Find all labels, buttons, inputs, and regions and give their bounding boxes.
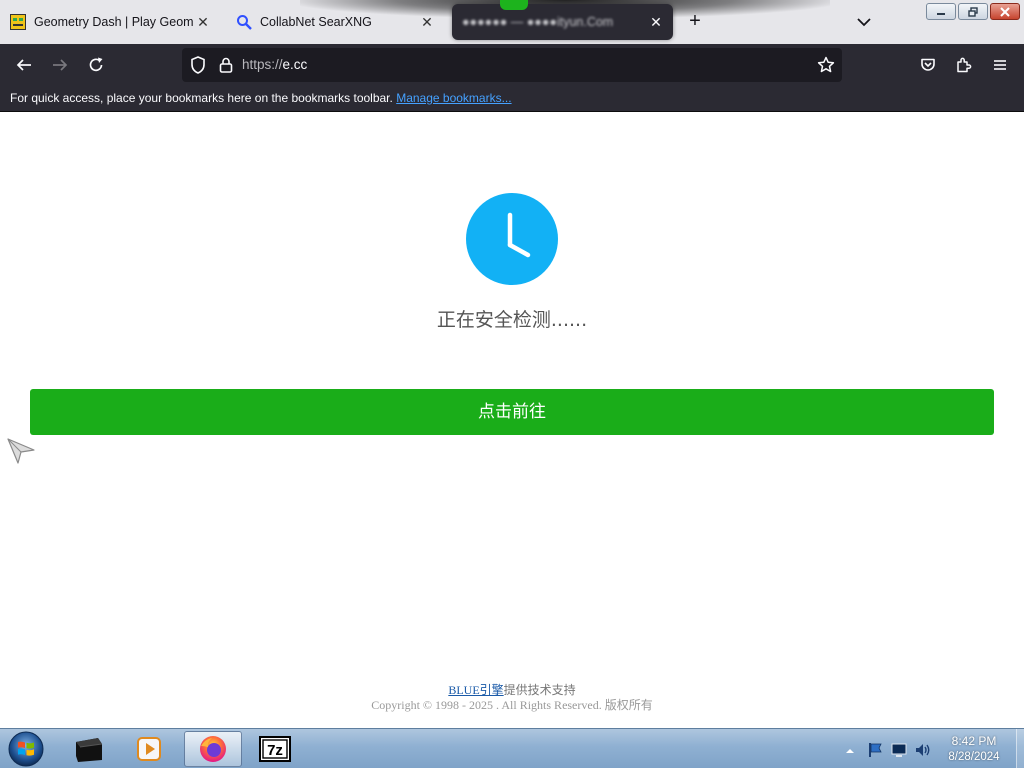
app-menu-button[interactable] (988, 53, 1012, 77)
tab-active[interactable]: ●●●●●● — ●●●●ityun.Com ✕ (452, 0, 673, 40)
pocket-icon (921, 58, 935, 71)
taskbar-7zip[interactable]: 7z (246, 731, 304, 767)
close-tab-icon[interactable]: ✕ (418, 13, 436, 31)
chevron-down-icon (857, 18, 871, 27)
restore-window-button[interactable] (958, 3, 988, 20)
minimize-window-button[interactable] (926, 3, 956, 20)
chevron-up-icon (846, 749, 854, 753)
tray-action-center[interactable] (866, 741, 884, 759)
speaker-icon (916, 744, 930, 756)
footer-credit: BLUE引擎提供技术支持 (0, 683, 1024, 698)
navigation-toolbar: https://e.cc (0, 44, 1024, 86)
extensions-button[interactable] (952, 53, 976, 77)
clock-date: 8/28/2024 (948, 751, 1000, 763)
mouse-cursor-icon (6, 435, 36, 465)
blue-engine-link[interactable]: BLUE引擎 (448, 683, 503, 697)
address-bar[interactable]: https://e.cc (182, 48, 842, 82)
reload-icon (89, 57, 103, 72)
close-icon (1000, 6, 1010, 17)
go-button[interactable]: 点击前往 (30, 389, 994, 435)
url-text[interactable]: https://e.cc (242, 48, 782, 82)
tab-strip: Geometry Dash | Play Geometry Dash Onlin… (0, 0, 1024, 44)
show-desktop-button[interactable] (1016, 729, 1024, 768)
start-button[interactable] (6, 730, 46, 768)
list-all-tabs-button[interactable] (854, 12, 874, 32)
puzzle-piece-icon (957, 57, 972, 73)
restore-icon (968, 6, 978, 17)
clock-time: 8:42 PM (951, 734, 997, 748)
firefox-icon (200, 736, 226, 762)
clock-icon (466, 193, 558, 285)
windows-taskbar: 7z 8:42 PM 8/28/2024 (0, 728, 1024, 768)
7zip-icon: 7z (259, 736, 291, 762)
arrow-left-icon (16, 59, 31, 71)
back-button[interactable] (12, 53, 36, 77)
arrow-right-icon (53, 59, 68, 71)
lock-icon[interactable] (216, 55, 236, 75)
flag-icon (869, 743, 882, 757)
tab-geometry-dash[interactable]: Geometry Dash | Play Geometry Dash Onlin… (0, 4, 220, 40)
new-tab-button[interactable]: + (684, 10, 706, 32)
shield-icon[interactable] (188, 55, 208, 75)
taskbar-explorer[interactable] (60, 731, 118, 767)
bookmarks-hint: For quick access, place your bookmarks h… (10, 91, 393, 105)
tab-label: CollabNet SearXNG (260, 15, 372, 29)
tray-volume[interactable] (914, 741, 932, 759)
explorer-icon (76, 738, 103, 762)
svg-text:7z: 7z (267, 742, 283, 759)
forward-button[interactable] (48, 53, 72, 77)
page-footer: BLUE引擎提供技术支持 Copyright © 1998 - 2025 . A… (0, 683, 1024, 713)
tab-label: Geometry Dash | Play Geometry Dash Onlin… (34, 15, 194, 29)
bookmarks-toolbar: For quick access, place your bookmarks h… (0, 86, 1024, 112)
close-tab-icon[interactable]: ✕ (194, 13, 212, 31)
tab-searxng[interactable]: CollabNet SearXNG ✕ (226, 4, 444, 40)
url-scheme: https:// (242, 57, 283, 72)
taskbar-firefox[interactable] (184, 731, 242, 767)
tab-thumbnail-mark (500, 0, 528, 10)
minimize-icon (937, 12, 945, 15)
star-icon[interactable] (816, 55, 836, 75)
close-window-button[interactable] (990, 3, 1020, 20)
show-hidden-icons-button[interactable] (845, 743, 855, 753)
page-content: 正在安全检测...... 点击前往 BLUE引擎提供技术支持 Copyright… (0, 113, 1024, 728)
footer-copyright: Copyright © 1998 - 2025 . All Rights Res… (371, 698, 653, 712)
monitor-icon (891, 743, 907, 757)
media-player-icon (137, 737, 161, 761)
tray-network[interactable] (890, 741, 908, 759)
windows-logo-icon (8, 731, 44, 767)
url-host: e.cc (282, 57, 308, 72)
pocket-button[interactable] (916, 53, 940, 77)
hamburger-menu-icon (994, 60, 1006, 70)
manage-bookmarks-link[interactable]: Manage bookmarks... (396, 91, 511, 105)
geometry-dash-icon (10, 14, 26, 30)
reload-button[interactable] (84, 53, 108, 77)
taskbar-clock[interactable]: 8:42 PM 8/28/2024 (934, 733, 1014, 765)
magnifier-icon (236, 14, 252, 30)
tab-label: ●●●●●● — ●●●●ityun.Com (462, 15, 614, 29)
taskbar-media-player[interactable] (120, 731, 178, 767)
close-tab-icon[interactable]: ✕ (647, 13, 665, 31)
security-check-status: 正在安全检测...... (436, 309, 588, 331)
footer-credit-suffix: 提供技术支持 (503, 683, 576, 697)
